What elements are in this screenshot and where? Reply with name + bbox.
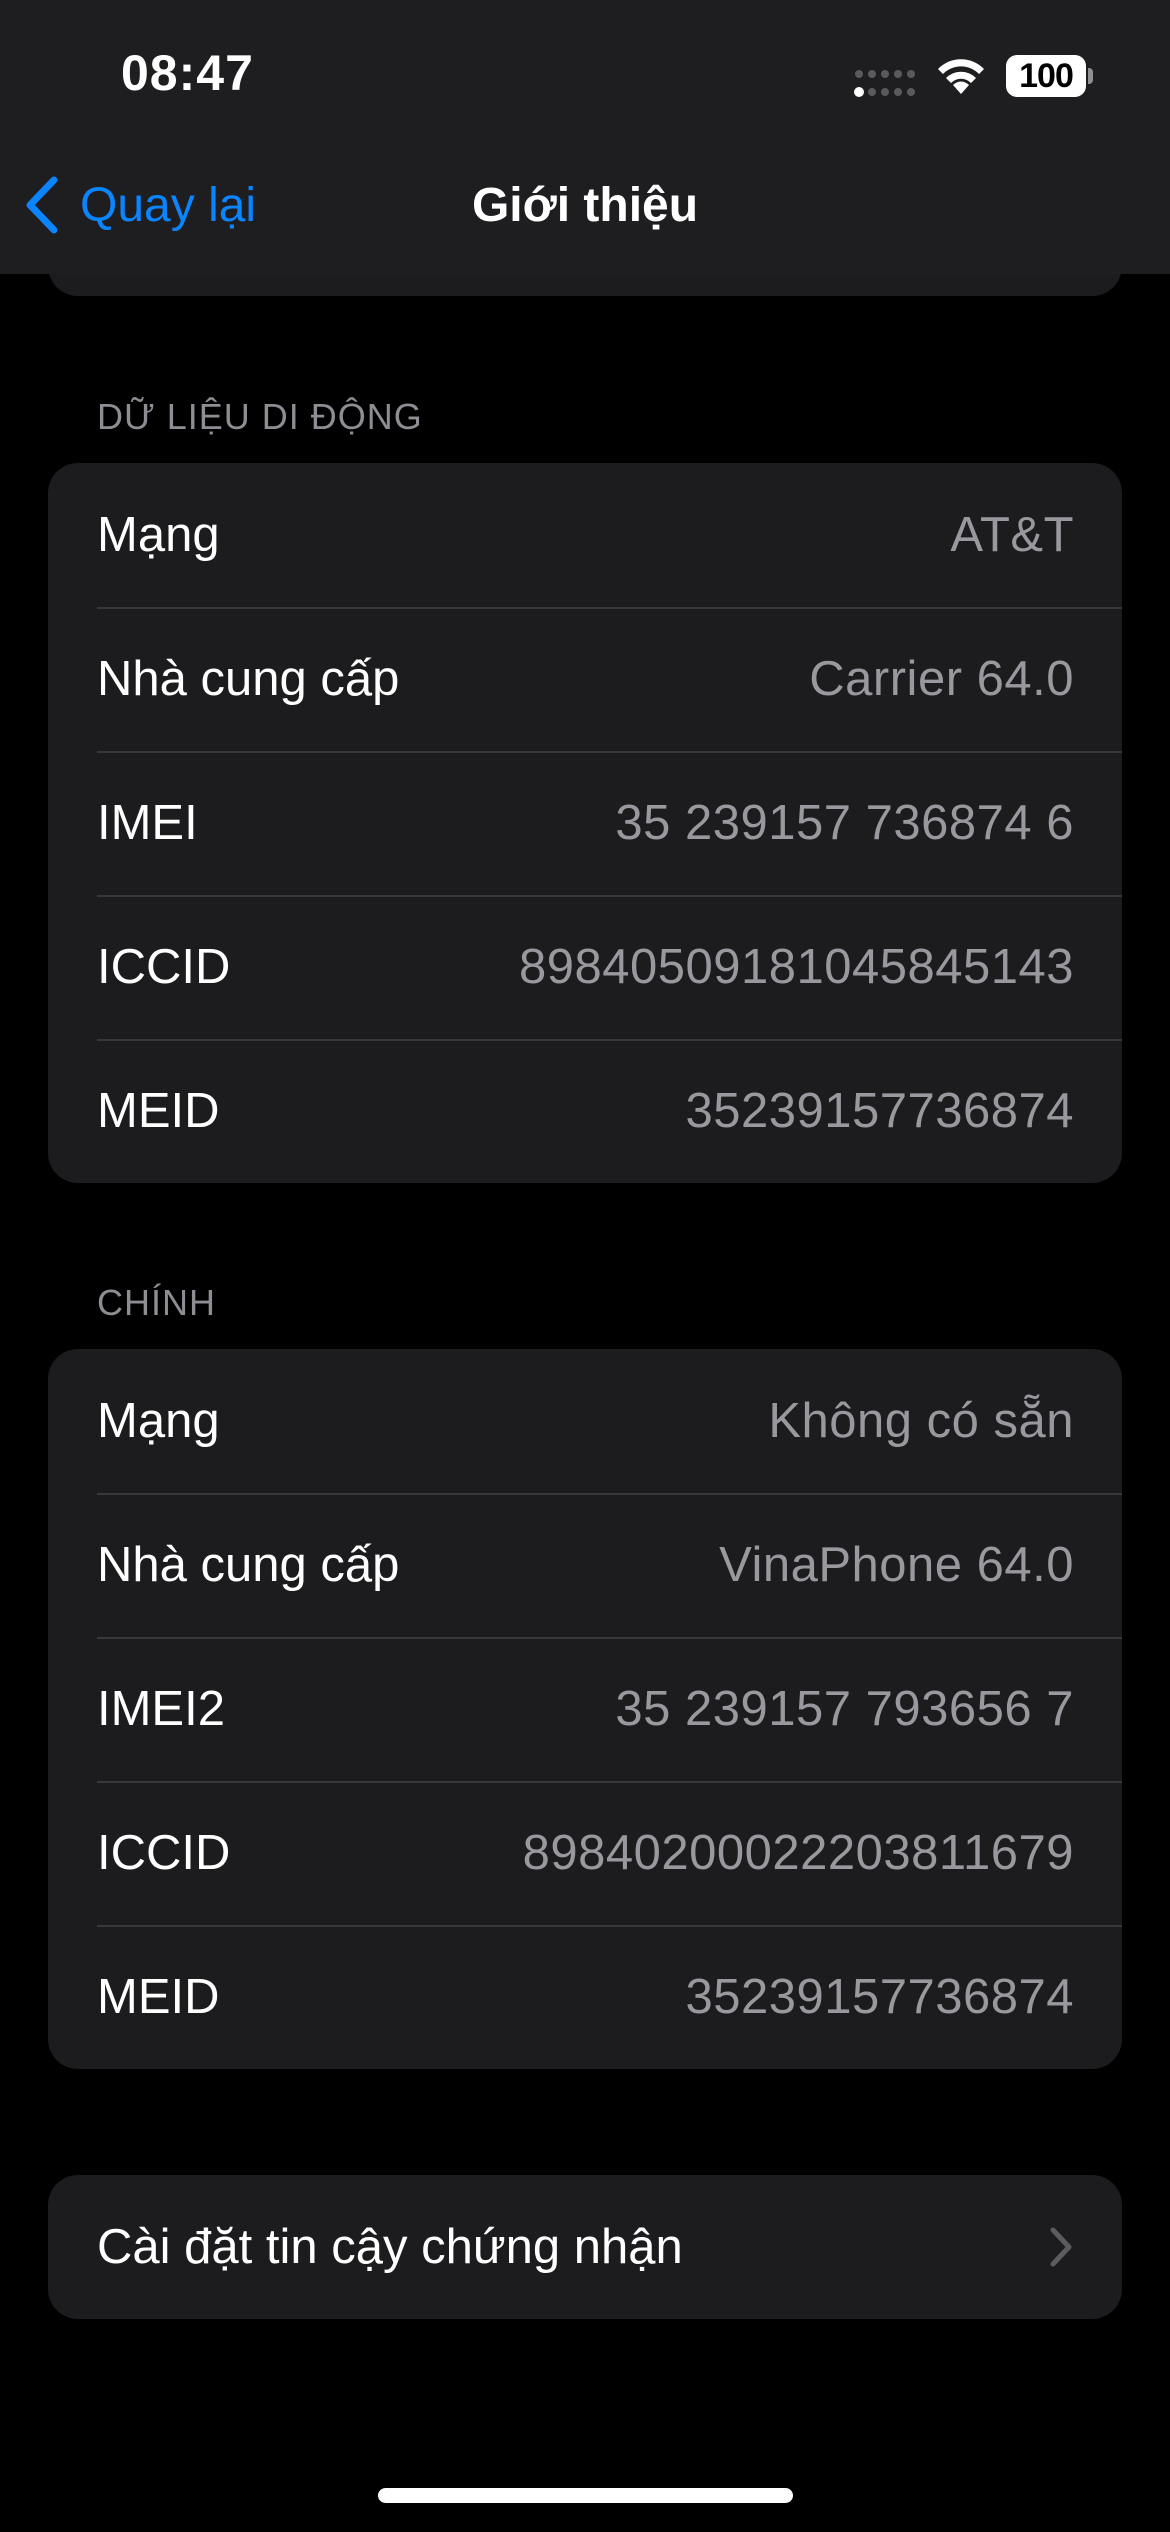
info-row-network: Mạng AT&T — [48, 463, 1122, 607]
row-value[interactable]: 35 239157 793656 7 — [615, 1681, 1074, 1737]
home-indicator[interactable] — [378, 2488, 793, 2503]
wifi-icon — [938, 59, 984, 94]
row-label: IMEI — [97, 796, 198, 850]
row-label: MEID — [97, 1970, 220, 2024]
section-header-primary: CHÍNH — [97, 1282, 216, 1323]
row-value[interactable]: Không có sẵn — [768, 1393, 1074, 1449]
status-time: 08:47 — [121, 45, 254, 101]
section-header-cellular-data: DỮ LIỆU DI ĐỘNG — [97, 396, 423, 437]
row-value[interactable]: AT&T — [950, 507, 1074, 563]
row-label: ICCID — [97, 1826, 231, 1880]
row-label: Nhà cung cấp — [97, 652, 400, 706]
info-row-meid: MEID 35239157736874 — [48, 1039, 1122, 1183]
row-value[interactable]: 35239157736874 — [685, 1083, 1074, 1139]
info-row-imei2: IMEI2 35 239157 793656 7 — [48, 1637, 1122, 1781]
row-label: MEID — [97, 1084, 220, 1138]
info-row-carrier: Nhà cung cấp VinaPhone 64.0 — [48, 1493, 1122, 1637]
primary-card: Mạng Không có sẵn Nhà cung cấp VinaPhone… — [48, 1349, 1122, 2069]
row-value[interactable]: 89840509181045845143 — [519, 939, 1074, 995]
battery-icon: 100 — [1006, 55, 1086, 97]
battery-level: 100 — [1019, 56, 1074, 95]
row-value[interactable]: VinaPhone 64.0 — [719, 1537, 1074, 1593]
row-label: Mạng — [97, 508, 220, 562]
back-label: Quay lại — [80, 178, 257, 232]
row-label: IMEI2 — [97, 1682, 225, 1736]
info-row-network: Mạng Không có sẵn — [48, 1349, 1122, 1493]
row-value[interactable]: Carrier 64.0 — [809, 651, 1074, 707]
navigation-bar: 08:47 100 Quay lại — [0, 0, 1170, 274]
row-label: ICCID — [97, 940, 231, 994]
certificate-trust-card: Cài đặt tin cậy chứng nhận — [48, 2175, 1122, 2319]
chevron-right-icon — [1050, 2227, 1072, 2267]
info-row-iccid: ICCID 89840200022203811679 — [48, 1781, 1122, 1925]
info-row-imei: IMEI 35 239157 736874 6 — [48, 751, 1122, 895]
back-button[interactable]: Quay lại — [22, 175, 256, 235]
chevron-left-icon — [26, 176, 58, 234]
certificate-trust-settings-item[interactable]: Cài đặt tin cậy chứng nhận — [48, 2175, 1122, 2319]
cellular-signal-icon — [854, 70, 915, 97]
cellular-data-card: Mạng AT&T Nhà cung cấp Carrier 64.0 IMEI… — [48, 463, 1122, 1183]
row-label: Mạng — [97, 1394, 220, 1448]
certificate-trust-label: Cài đặt tin cậy chứng nhận — [97, 2220, 683, 2274]
info-row-carrier: Nhà cung cấp Carrier 64.0 — [48, 607, 1122, 751]
info-row-meid: MEID 35239157736874 — [48, 1925, 1122, 2069]
row-label: Nhà cung cấp — [97, 1538, 400, 1592]
row-value[interactable]: 35 239157 736874 6 — [615, 795, 1074, 851]
battery-cap — [1088, 68, 1093, 84]
row-value[interactable]: 89840200022203811679 — [523, 1825, 1074, 1881]
info-row-iccid: ICCID 89840509181045845143 — [48, 895, 1122, 1039]
row-value[interactable]: 35239157736874 — [685, 1969, 1074, 2025]
